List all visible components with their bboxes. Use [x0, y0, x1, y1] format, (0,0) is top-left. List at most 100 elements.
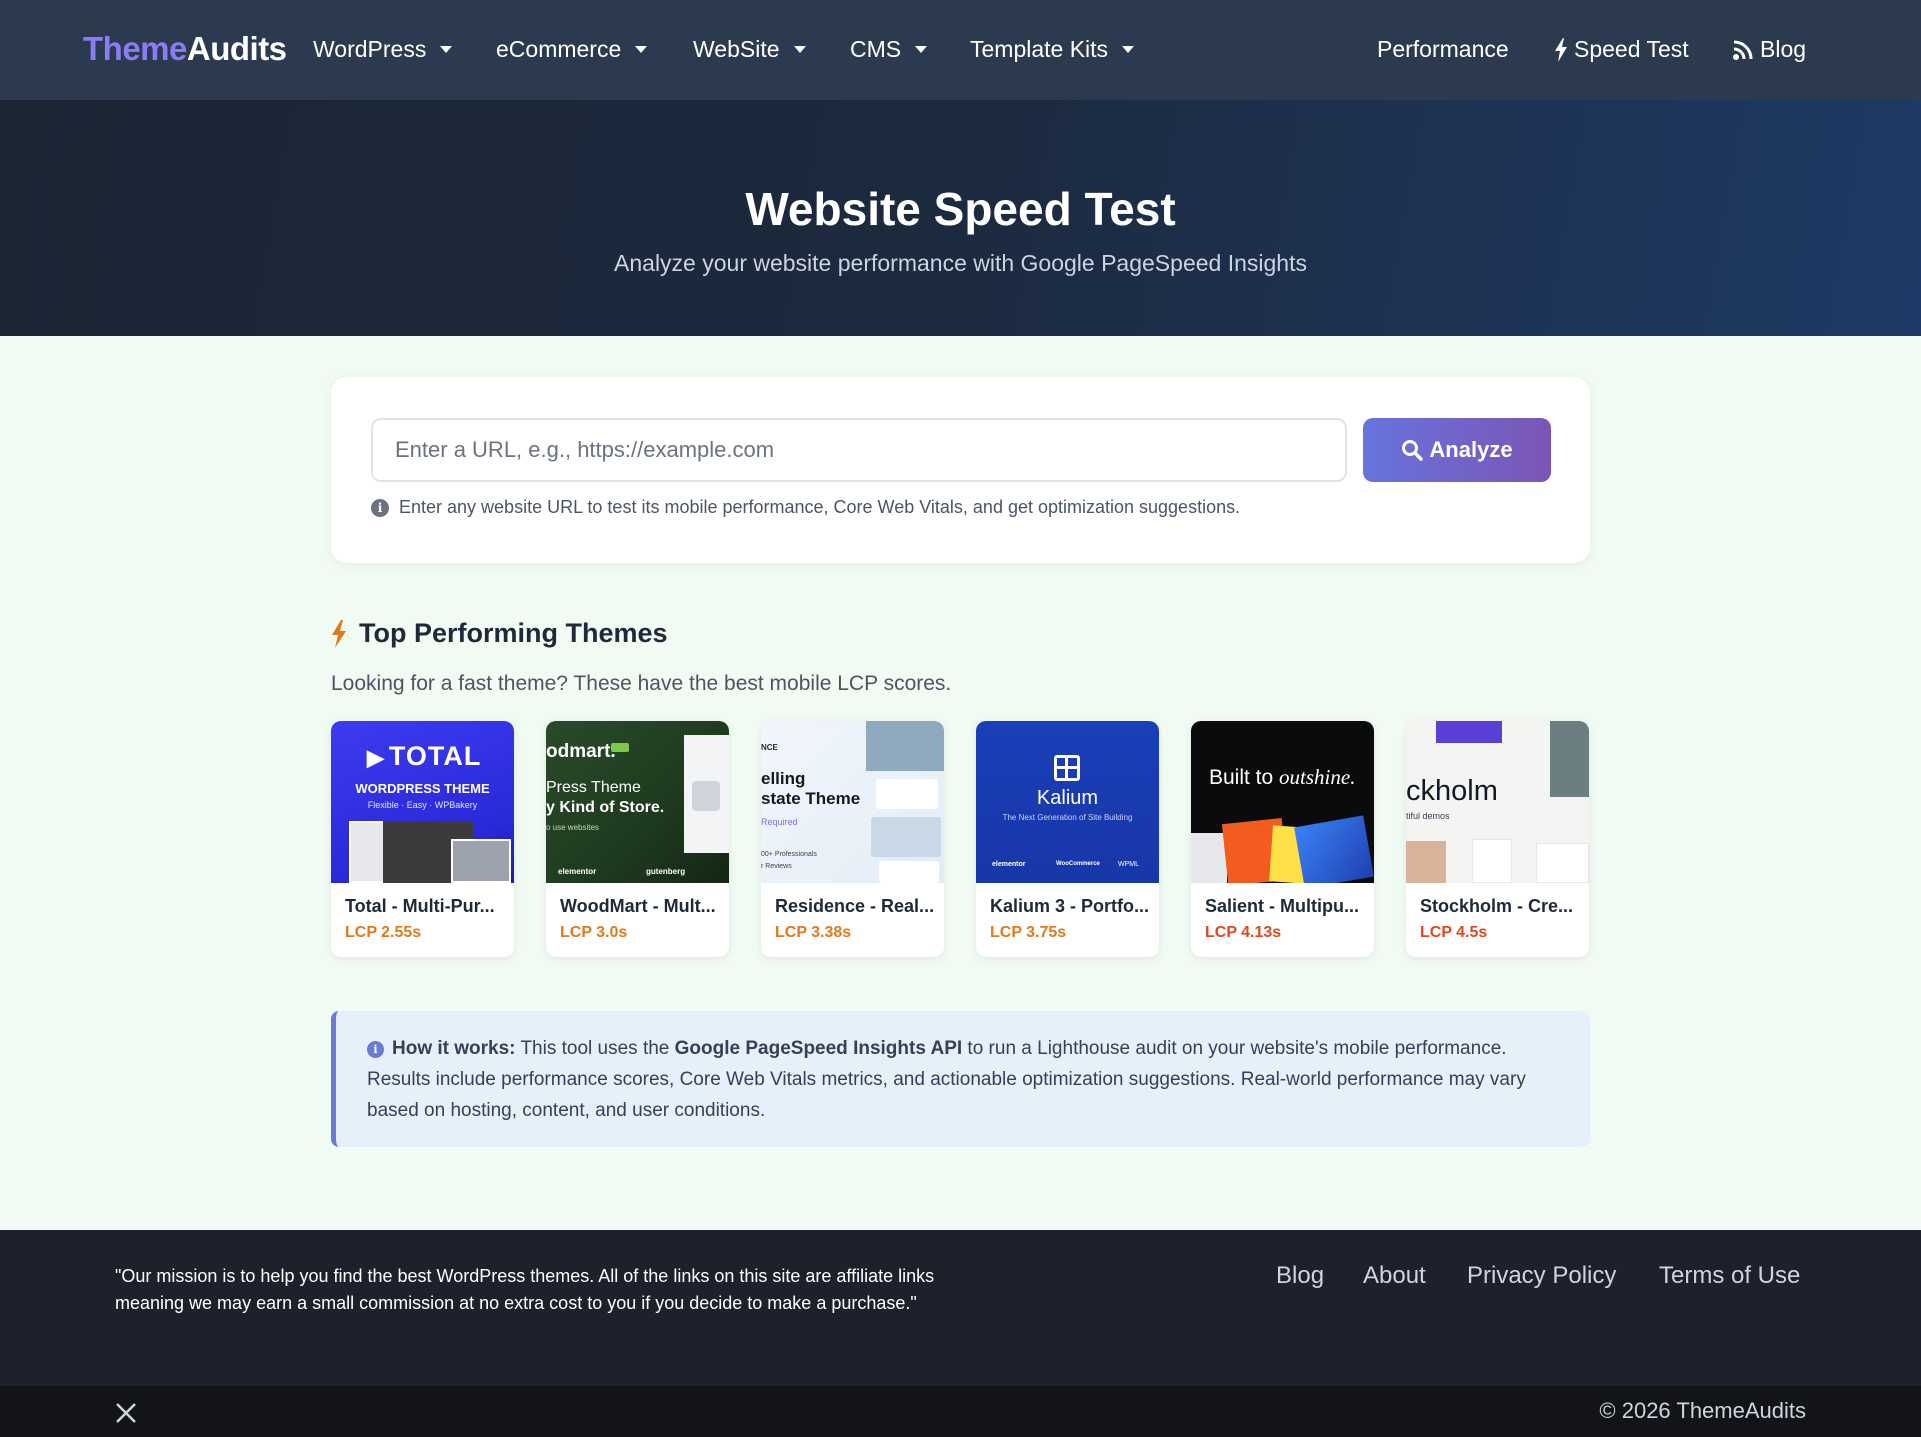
caret-down-icon: [440, 46, 453, 53]
analyze-button[interactable]: Analyze: [1363, 418, 1551, 482]
nav-item-label: Blog: [1760, 36, 1807, 62]
nav-item-label: Performance: [1377, 36, 1509, 62]
footer: "Our mission is to help you find the bes…: [0, 1230, 1921, 1386]
theme-thumbnail: Built to outshine.: [1191, 721, 1374, 883]
copyright: © 2026 ThemeAudits: [1599, 1398, 1806, 1423]
how-it-works-lead: How it works:: [392, 1038, 516, 1059]
caret-down-icon: [1122, 46, 1135, 53]
url-input[interactable]: [371, 418, 1347, 482]
brand-part-audits: Audits: [186, 30, 287, 67]
footer-link-about[interactable]: About: [1363, 1262, 1426, 1290]
theme-name: Kalium 3 - Portfo...: [990, 896, 1150, 916]
bolt-icon: [332, 619, 346, 648]
how-it-works-text: i How it works: This tool uses the Google…: [367, 1033, 1567, 1126]
nav-item-wordpress[interactable]: WordPress: [313, 36, 453, 63]
thumb-text: tiful demos: [1406, 811, 1450, 821]
brand-logo[interactable]: ThemeAudits: [83, 30, 287, 68]
info-icon: i: [371, 498, 389, 517]
thumb-text: 00+ Professionals: [761, 851, 817, 858]
theme-card-woodmart[interactable]: odmart. Press Theme y Kind of Store. o u…: [546, 721, 729, 957]
kalium-logo-icon: [1054, 755, 1080, 781]
caret-down-icon: [635, 46, 648, 53]
nav-item-template-kits[interactable]: Template Kits: [970, 36, 1135, 63]
thumb-text: Flexible · Easy · WPBakery: [367, 800, 478, 810]
how-it-works-api: Google PageSpeed Insights API: [674, 1038, 963, 1059]
top-themes-subtitle: Looking for a fast theme? These have the…: [331, 672, 952, 695]
theme-card-salient[interactable]: Built to outshine. Salient - Multipu... …: [1191, 721, 1374, 957]
thumb-text: y Kind of Store.: [546, 799, 665, 816]
footer-link-privacy-policy[interactable]: Privacy Policy: [1467, 1262, 1616, 1290]
nav-item-performance[interactable]: Performance: [1377, 36, 1509, 63]
thumb-text: o use websites: [546, 823, 599, 832]
nav-item-label: eCommerce: [496, 36, 622, 62]
nav-item-label: Template Kits: [970, 36, 1109, 62]
x-logo-icon[interactable]: [115, 1402, 137, 1429]
page-title: Website Speed Test: [745, 183, 1176, 235]
page-subtitle: Analyze your website performance with Go…: [614, 250, 1307, 276]
footer-link-blog[interactable]: Blog: [1276, 1262, 1324, 1290]
how-it-works-part1: This tool uses the: [515, 1038, 675, 1059]
thumb-text: r Reviews: [761, 863, 792, 870]
thumb-text: elementor: [558, 867, 597, 876]
theme-name: Residence - Real...: [775, 896, 935, 916]
bolt-icon: [1554, 37, 1568, 62]
theme-name: Total - Multi-Pur...: [345, 896, 495, 916]
info-icon: i: [367, 1041, 384, 1058]
footer-bottom-bar: © 2026 ThemeAudits: [0, 1386, 1921, 1437]
brand-part-theme: Theme: [83, 30, 187, 67]
nav-item-label: WordPress: [313, 36, 427, 62]
top-themes-title: Top Performing Themes: [359, 618, 668, 648]
thumb-text: WooCommerce: [1056, 861, 1100, 867]
thumb-text: WPML: [1118, 861, 1139, 868]
how-it-works-box: i How it works: This tool uses the Google…: [331, 1011, 1590, 1147]
nav-item-label: Speed Test: [1574, 36, 1689, 62]
top-navbar: ThemeAudits WordPress eCommerce WebSite …: [0, 0, 1921, 100]
nav-item-cms[interactable]: CMS: [850, 36, 928, 63]
speed-test-form-card: Analyze i Enter any website URL to test …: [331, 377, 1590, 563]
thumb-text: ckholm: [1406, 775, 1498, 807]
input-hint-text: Enter any website URL to test its mobile…: [399, 497, 1241, 517]
caret-down-icon: [915, 46, 928, 53]
theme-thumbnail: Kalium The Next Generation of Site Build…: [976, 721, 1159, 883]
theme-name: Salient - Multipu...: [1205, 896, 1359, 916]
caret-down-icon: [793, 46, 806, 53]
theme-thumbnail: ckholm tiful demos: [1406, 721, 1589, 883]
theme-name: WoodMart - Mult...: [560, 896, 716, 916]
nav-item-label: CMS: [850, 36, 902, 62]
footer-link-terms-of-use[interactable]: Terms of Use: [1659, 1262, 1800, 1290]
hero-banner: Website Speed Test Analyze your website …: [0, 100, 1921, 336]
theme-thumbnail: ▶ TOTAL WORDPRESS THEME Flexible · Easy ·…: [331, 721, 514, 883]
play-logo-icon: ▶: [367, 745, 385, 770]
nav-item-label: WebSite: [693, 36, 780, 62]
theme-lcp: LCP 4.5s: [1420, 924, 1488, 941]
theme-lcp: LCP 3.75s: [990, 924, 1067, 941]
thumb-text: state Theme: [761, 789, 861, 808]
search-icon: [1402, 440, 1424, 461]
theme-card-kalium[interactable]: Kalium The Next Generation of Site Build…: [976, 721, 1159, 957]
thumb-text: Required: [761, 817, 798, 827]
input-hint: i Enter any website URL to test its mobi…: [371, 497, 1240, 518]
theme-card-total[interactable]: ▶ TOTAL WORDPRESS THEME Flexible · Easy ·…: [331, 721, 514, 957]
nav-item-website[interactable]: WebSite: [693, 36, 806, 63]
theme-thumbnail: NCE elling state Theme Required 00+ Prof…: [761, 721, 944, 883]
thumb-text: The Next Generation of Site Building: [1002, 813, 1133, 822]
nav-item-blog[interactable]: Blog: [1732, 36, 1806, 63]
thumb-text: outshine.: [1279, 765, 1356, 789]
analyze-button-label: Analyze: [1429, 437, 1513, 462]
theme-lcp: LCP 4.13s: [1205, 924, 1282, 941]
mission-statement: "Our mission is to help you find the bes…: [115, 1266, 935, 1313]
thumb-text: elementor: [992, 861, 1026, 868]
thumb-text: elling: [761, 769, 806, 788]
theme-card-stockholm[interactable]: ckholm tiful demos Stockholm - Cre... LC…: [1406, 721, 1589, 957]
thumb-text: gutenberg: [646, 867, 686, 876]
nav-item-ecommerce[interactable]: eCommerce: [496, 36, 648, 63]
thumb-text: Kalium: [1036, 787, 1099, 809]
theme-card-residence[interactable]: NCE elling state Theme Required 00+ Prof…: [761, 721, 944, 957]
thumb-text: Built to: [1209, 766, 1274, 789]
thumb-text: NCE: [761, 743, 778, 752]
thumb-text: TOTAL: [388, 741, 482, 771]
nav-item-speed-test[interactable]: Speed Test: [1554, 36, 1689, 63]
thumb-text: WORDPRESS THEME: [355, 781, 490, 796]
rss-icon: [1732, 39, 1754, 61]
thumb-text: Press Theme: [546, 779, 641, 796]
